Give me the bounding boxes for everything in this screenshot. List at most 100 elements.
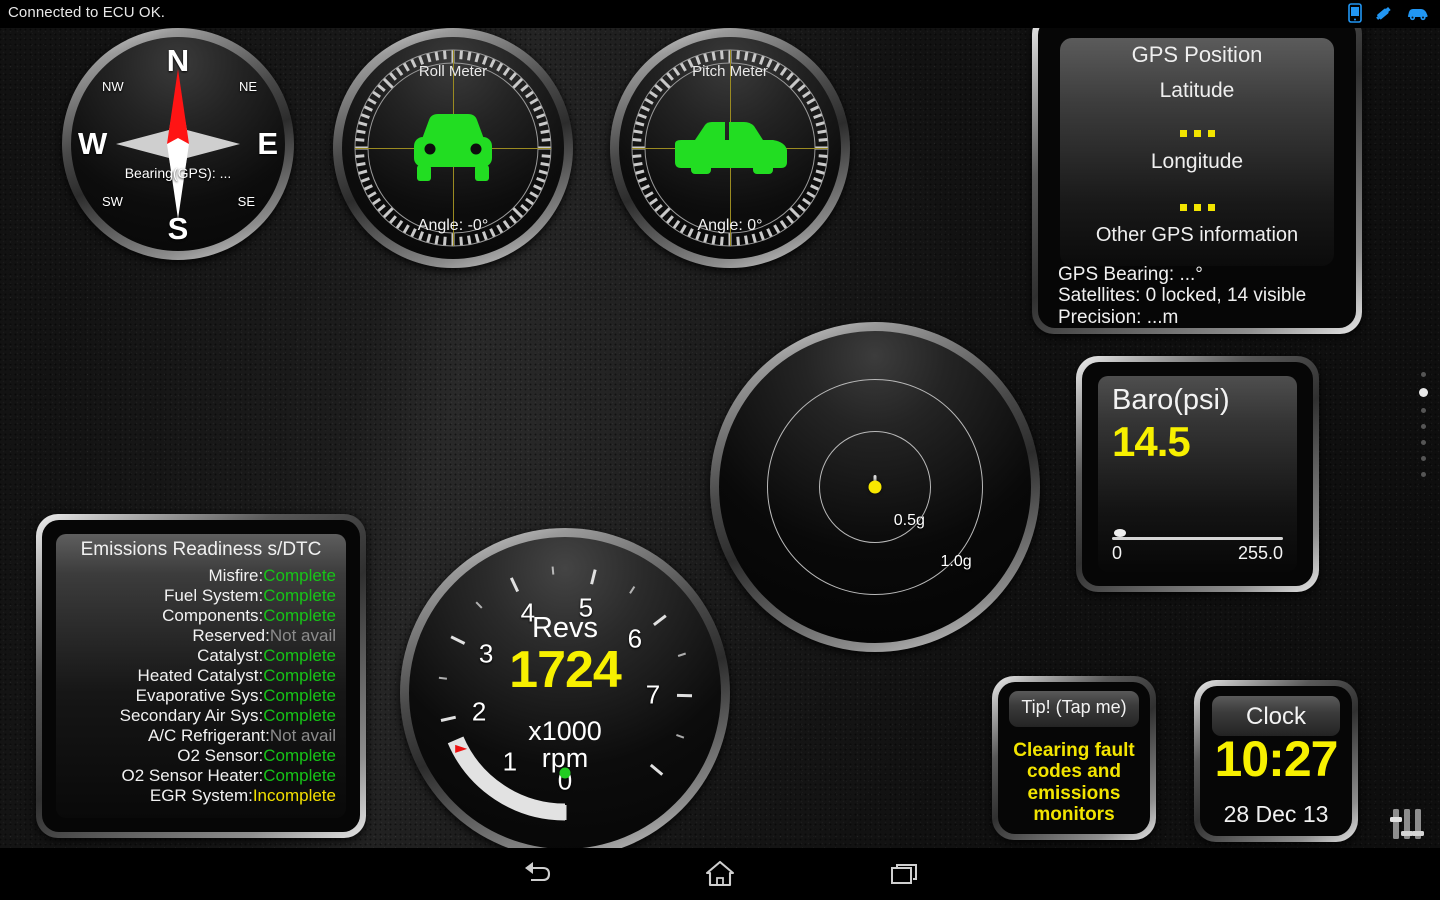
emissions-row: Evaporative Sys: Complete bbox=[62, 686, 336, 706]
emissions-card: Emissions Readiness s/DTC Misfire: Comple… bbox=[56, 534, 346, 818]
roll-meter-title: Roll Meter bbox=[418, 63, 488, 80]
baro-min-label: 0 bbox=[1112, 543, 1123, 563]
emissions-row-value: Complete bbox=[263, 686, 336, 705]
car-icon[interactable] bbox=[1406, 4, 1430, 27]
emissions-row: Heated Catalyst: Complete bbox=[62, 666, 336, 686]
emissions-row: Reserved: Not avail bbox=[62, 626, 336, 646]
tip-panel-inner: Tip! (Tap me) Clearing fault codes and e… bbox=[998, 682, 1150, 834]
emissions-row-value: Not avail bbox=[269, 626, 336, 645]
gps-other-info-title: Other GPS information bbox=[1095, 224, 1299, 246]
page-dot-4[interactable] bbox=[1421, 424, 1426, 429]
gps-precision-line: Precision: ...m bbox=[1058, 306, 1179, 328]
gps-latitude-label: Latitude bbox=[1159, 79, 1235, 102]
revs-tick-6: 6 bbox=[627, 623, 643, 654]
emissions-row: Secondary Air Sys: Complete bbox=[62, 706, 336, 726]
g-force-dot bbox=[868, 480, 882, 494]
roll-meter-gauge[interactable]: Roll Meter Angle: -0° bbox=[333, 28, 573, 268]
emissions-row-value: Complete bbox=[263, 706, 336, 725]
emissions-row-key: EGR System: bbox=[149, 786, 253, 805]
revs-tachometer-gauge[interactable]: 01234567 Revs 1724 x1000 rpm bbox=[400, 528, 730, 858]
revs-tick-7: 7 bbox=[645, 679, 661, 710]
tip-panel[interactable]: Tip! (Tap me) Clearing fault codes and e… bbox=[992, 676, 1156, 840]
gps-latitude-value bbox=[1038, 130, 1356, 137]
back-icon[interactable] bbox=[514, 858, 558, 890]
roll-meter-face: Roll Meter Angle: -0° bbox=[342, 37, 564, 259]
compass-gauge[interactable]: N S W E NW NE SW SE Bearing(GPS): ... bbox=[62, 28, 294, 260]
compass-rose bbox=[116, 69, 240, 219]
page-dot-3[interactable] bbox=[1421, 408, 1426, 413]
page-dot-5[interactable] bbox=[1421, 440, 1426, 445]
phone-icon[interactable] bbox=[1348, 3, 1362, 28]
emissions-row-value: Incomplete bbox=[252, 786, 336, 805]
clock-date: 28 Dec 13 bbox=[1223, 801, 1329, 827]
emissions-row-value: Complete bbox=[263, 766, 336, 785]
pitch-meter-title: Pitch Meter bbox=[692, 63, 768, 80]
emissions-list: Misfire: Complete Fuel System: Complete Comp… bbox=[62, 566, 336, 806]
revs-face: 01234567 Revs 1724 x1000 rpm bbox=[409, 537, 721, 849]
g-label-outer: 1.0g bbox=[940, 552, 972, 570]
baro-panel-inner: Baro(psi) 14.5 0 255.0 bbox=[1082, 362, 1313, 586]
emissions-row-key: Misfire: bbox=[208, 566, 264, 585]
gps-title: GPS Position bbox=[1131, 42, 1263, 67]
emissions-row-key: Secondary Air Sys: bbox=[119, 706, 264, 725]
car-front-icon bbox=[414, 114, 492, 181]
gps-position-panel[interactable]: GPS Position Latitude Longitude Other GP… bbox=[1032, 12, 1362, 334]
revs-value: 1724 bbox=[509, 640, 622, 699]
emissions-row-key: Components: bbox=[162, 606, 264, 625]
dashboard-screen: Connected to ECU OK. N S W E NW NE SW SE… bbox=[0, 0, 1440, 900]
emissions-row-value: Complete bbox=[263, 586, 336, 605]
page-dot-1[interactable] bbox=[1421, 372, 1426, 377]
gps-other-info-lines: GPS Bearing: ...° Satellites: 0 locked, … bbox=[1058, 264, 1306, 328]
page-indicator-dots[interactable] bbox=[1419, 372, 1428, 477]
emissions-row: A/C Refrigerant: Not avail bbox=[62, 726, 336, 746]
car-side-icon bbox=[675, 122, 787, 174]
ecu-connection-status: Connected to ECU OK. bbox=[8, 4, 166, 21]
usb-stick-icon[interactable] bbox=[1374, 3, 1394, 28]
gps-longitude-label: Longitude bbox=[1150, 150, 1244, 173]
emissions-row-key: Catalyst: bbox=[197, 646, 264, 665]
emissions-row: Components: Complete bbox=[62, 606, 336, 626]
clock-title: Clock bbox=[1245, 703, 1306, 730]
clock-panel-inner: Clock 10:27 28 Dec 13 bbox=[1200, 686, 1352, 836]
gps-panel-inner: GPS Position Latitude Longitude Other GP… bbox=[1038, 18, 1356, 328]
emissions-row-key: O2 Sensor Heater: bbox=[121, 766, 264, 785]
emissions-row: O2 Sensor: Complete bbox=[62, 746, 336, 766]
emissions-row-value: Complete bbox=[263, 646, 336, 665]
gps-longitude-value bbox=[1038, 204, 1356, 211]
emissions-row-value: Complete bbox=[263, 666, 336, 685]
tip-header-card: Tip! (Tap me) bbox=[1009, 691, 1139, 727]
emissions-row-key: A/C Refrigerant: bbox=[147, 726, 270, 745]
tip-title: Tip! (Tap me) bbox=[1021, 697, 1127, 717]
pitch-meter-face: Pitch Meter Angle: 0° bbox=[619, 37, 841, 259]
status-bar: Connected to ECU OK. bbox=[0, 0, 1440, 28]
gps-satellites-line: Satellites: 0 locked, 14 visible bbox=[1058, 285, 1307, 307]
emissions-row: EGR System: Incomplete bbox=[62, 786, 336, 806]
revs-tick-1: 1 bbox=[502, 746, 518, 777]
emissions-row: O2 Sensor Heater: Complete bbox=[62, 766, 336, 786]
barometer-panel[interactable]: Baro(psi) 14.5 0 255.0 bbox=[1076, 356, 1319, 592]
emissions-row-key: Fuel System: bbox=[164, 586, 264, 605]
page-dot-7[interactable] bbox=[1421, 472, 1426, 477]
roll-meter-angle: Angle: -0° bbox=[417, 217, 489, 234]
baro-range-slider[interactable] bbox=[1112, 529, 1283, 540]
emissions-row: Catalyst: Complete bbox=[62, 646, 336, 666]
recent-apps-icon[interactable] bbox=[882, 858, 926, 890]
pitch-meter-gauge[interactable]: Pitch Meter Angle: 0° bbox=[610, 28, 850, 268]
revs-tick-2: 2 bbox=[471, 696, 487, 727]
revs-unit: x1000 rpm bbox=[528, 717, 602, 772]
page-dot-6[interactable] bbox=[1421, 456, 1426, 461]
revs-status-dot bbox=[559, 767, 571, 779]
baro-card: Baro(psi) 14.5 0 255.0 bbox=[1098, 376, 1297, 572]
emissions-row-value: Complete bbox=[263, 566, 336, 585]
clock-panel[interactable]: Clock 10:27 28 Dec 13 bbox=[1194, 680, 1358, 842]
emissions-row-key: Evaporative Sys: bbox=[135, 686, 264, 705]
baro-value: 14.5 bbox=[1112, 418, 1191, 465]
g-force-meter-gauge[interactable]: 0.5g 1.0g bbox=[710, 322, 1040, 652]
emissions-readiness-panel[interactable]: Emissions Readiness s/DTC Misfire: Comple… bbox=[36, 514, 366, 838]
equalizer-settings-icon[interactable] bbox=[1384, 800, 1430, 846]
emissions-row-value: Complete bbox=[263, 746, 336, 765]
home-icon[interactable] bbox=[698, 858, 742, 890]
baro-slider-knob[interactable] bbox=[1114, 529, 1126, 537]
page-dot-2[interactable] bbox=[1419, 388, 1428, 397]
g-label-inner: 0.5g bbox=[893, 511, 925, 529]
